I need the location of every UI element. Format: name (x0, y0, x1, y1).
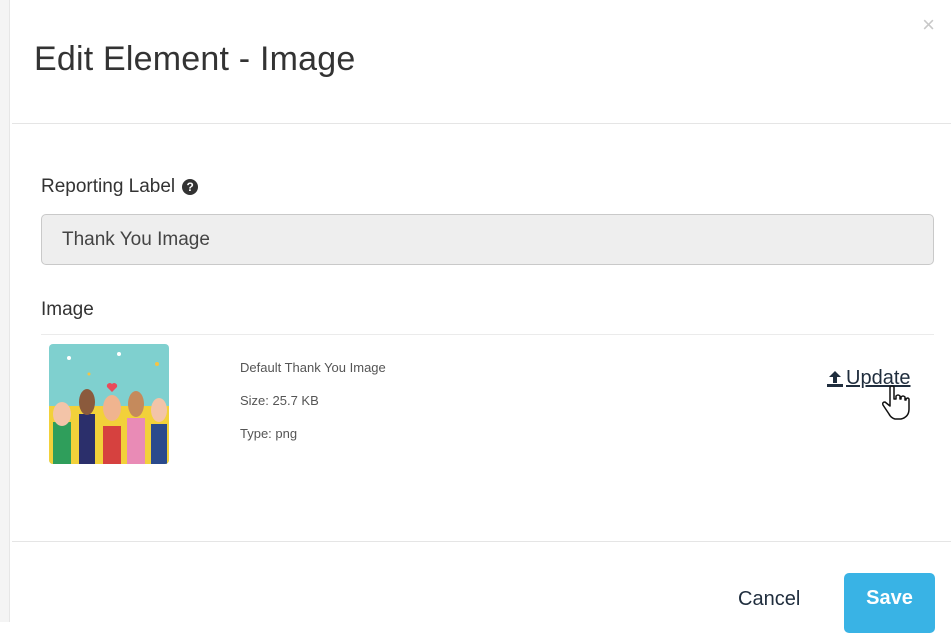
hand-pointer-icon (882, 385, 910, 420)
dialog-title: Edit Element - Image (34, 40, 356, 78)
image-section-label: Image (41, 299, 94, 320)
upload-icon (827, 370, 843, 387)
reporting-label-row: Reporting Label ? (41, 176, 199, 198)
background-edge (0, 0, 10, 622)
image-type: Type: png (240, 426, 298, 441)
cancel-button[interactable]: Cancel (738, 588, 800, 611)
reporting-label-input[interactable] (41, 214, 934, 265)
reporting-label-text: Reporting Label (41, 176, 176, 197)
question-circle-icon[interactable]: ? (182, 179, 199, 195)
image-size: Size: 25.7 KB (240, 393, 319, 408)
close-icon[interactable]: × (922, 14, 935, 36)
image-name: Default Thank You Image (240, 360, 386, 375)
header-divider (12, 123, 951, 124)
image-section-divider (41, 334, 934, 335)
image-thumbnail (49, 344, 169, 464)
footer-divider (12, 541, 951, 542)
save-button[interactable]: Save (844, 573, 935, 633)
